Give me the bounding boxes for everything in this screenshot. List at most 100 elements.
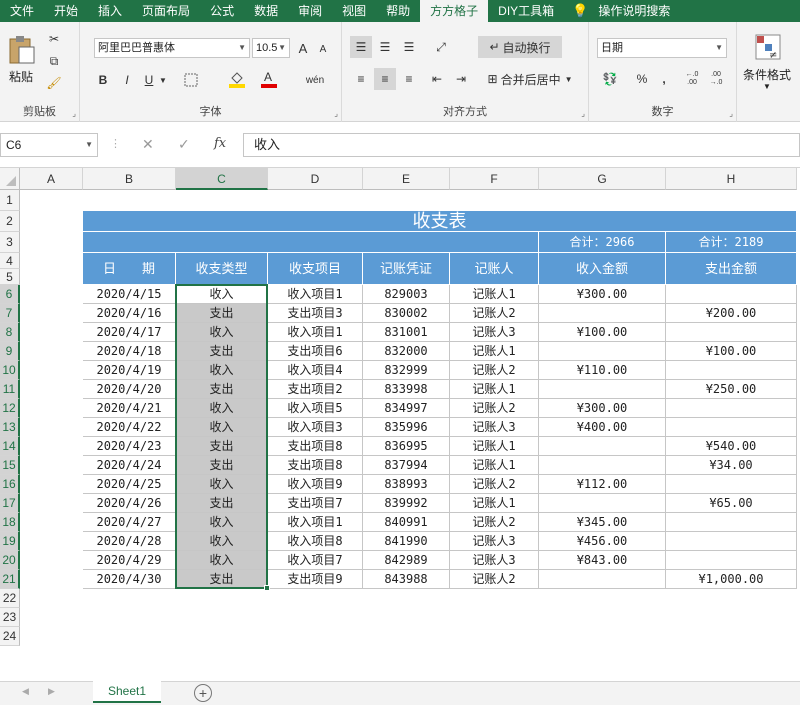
table-cell[interactable]: 收入项目5 [268,399,363,418]
drag-handle-icon[interactable]: ⋮ [110,137,121,150]
column-header-D[interactable]: D [268,168,363,190]
table-cell[interactable]: 支出项目6 [268,342,363,361]
table-cell[interactable]: 2020/4/17 [83,323,176,342]
percent-button[interactable]: % [633,68,651,90]
table-cell[interactable]: 2020/4/25 [83,475,176,494]
column-title-1[interactable]: 收支类型 [176,253,268,285]
alignment-launcher-icon[interactable]: ⌟ [581,109,585,118]
table-cell[interactable]: ¥300.00 [539,285,666,304]
tab-0[interactable]: 文件 [0,0,44,22]
formula-input[interactable]: 收入 [243,133,800,157]
font-color-button[interactable]: A [258,68,280,90]
table-cell[interactable] [539,437,666,456]
comma-button[interactable]: , [655,68,673,90]
row-header-24[interactable]: 24 [0,627,20,646]
italic-button[interactable]: I [118,70,136,90]
row-header-7[interactable]: 7 [0,304,20,323]
add-sheet-icon[interactable]: + [194,684,212,702]
table-cell[interactable]: 2020/4/18 [83,342,176,361]
table-cell[interactable]: 2020/4/19 [83,361,176,380]
phonetic-button[interactable]: wén [302,68,328,92]
row-header-11[interactable]: 11 [0,380,20,399]
tab-4[interactable]: 公式 [200,0,244,22]
table-cell[interactable]: 833998 [363,380,450,399]
table-cell[interactable]: 收入 [176,513,268,532]
insert-function-icon[interactable]: fx [214,136,226,151]
table-cell[interactable]: 837994 [363,456,450,475]
table-cell[interactable]: 841990 [363,532,450,551]
row-header-2[interactable]: 2 [0,211,20,232]
table-cell[interactable] [666,323,797,342]
row-header-23[interactable]: 23 [0,608,20,627]
tab-11[interactable]: 操作说明搜索 [588,0,680,22]
table-cell[interactable]: 840991 [363,513,450,532]
align-right-icon[interactable]: ≡ [398,68,420,90]
table-cell[interactable]: 支出 [176,437,268,456]
conditional-format-icon[interactable]: ≠ [753,32,783,62]
table-cell[interactable]: 记账人2 [450,304,539,323]
row-header-1[interactable]: 1 [0,190,20,211]
table-cell[interactable] [666,475,797,494]
table-cell[interactable]: 收入 [176,418,268,437]
table-cell[interactable]: 支出 [176,304,268,323]
table-cell[interactable]: 支出项目2 [268,380,363,399]
table-cell[interactable]: ¥456.00 [539,532,666,551]
table-cell[interactable]: 记账人2 [450,513,539,532]
decrease-decimal-button[interactable]: .00 →.0 [705,68,727,90]
wrap-text-button[interactable]: ↵ 自动换行 [478,36,562,58]
table-cell[interactable]: 829003 [363,285,450,304]
table-cell[interactable]: ¥200.00 [666,304,797,323]
table-cell[interactable]: 838993 [363,475,450,494]
column-header-H[interactable]: H [666,168,797,190]
table-cell[interactable]: 831001 [363,323,450,342]
table-cell[interactable]: 支出项目7 [268,494,363,513]
row-header-17[interactable]: 17 [0,494,20,513]
tab-8[interactable]: 帮助 [376,0,420,22]
sheet-tab-sheet1[interactable]: Sheet1 [93,681,161,703]
table-cell[interactable]: 记账人1 [450,494,539,513]
table-cell[interactable]: ¥100.00 [666,342,797,361]
row-header-12[interactable]: 12 [0,399,20,418]
column-header-B[interactable]: B [83,168,176,190]
table-cell[interactable]: 收入项目1 [268,323,363,342]
table-cell[interactable]: ¥65.00 [666,494,797,513]
table-cell[interactable]: 收入项目1 [268,513,363,532]
row-header-15[interactable]: 15 [0,456,20,475]
table-cell[interactable]: 支出项目8 [268,456,363,475]
table-cell[interactable] [539,456,666,475]
table-cell[interactable]: 收入 [176,285,268,304]
tab-7[interactable]: 视图 [332,0,376,22]
table-cell[interactable]: ¥540.00 [666,437,797,456]
table-cell[interactable]: 记账人2 [450,399,539,418]
table-cell[interactable]: 记账人2 [450,361,539,380]
enter-icon[interactable]: ✓ [178,136,190,153]
table-cell[interactable]: 842989 [363,551,450,570]
column-title-6[interactable]: 支出金额 [666,253,797,285]
table-cell[interactable]: 2020/4/26 [83,494,176,513]
table-cell[interactable]: 2020/4/23 [83,437,176,456]
row-header-21[interactable]: 21 [0,570,20,589]
table-cell[interactable]: 收入项目7 [268,551,363,570]
table-cell[interactable]: ¥110.00 [539,361,666,380]
row-header-22[interactable]: 22 [0,589,20,608]
table-cell[interactable]: 835996 [363,418,450,437]
table-cell[interactable]: ¥250.00 [666,380,797,399]
table-cell[interactable]: 支出 [176,570,268,589]
scroll-right-icon[interactable]: ▶ [48,686,55,697]
copy-icon[interactable]: ⧉ [44,52,64,70]
table-cell[interactable]: 832000 [363,342,450,361]
table-cell[interactable]: 支出 [176,380,268,399]
paste-label[interactable]: 粘贴 [9,68,33,85]
table-cell[interactable]: 2020/4/28 [83,532,176,551]
underline-button[interactable]: U [140,70,158,90]
tab-1[interactable]: 开始 [44,0,88,22]
column-header-G[interactable]: G [539,168,666,190]
table-cell[interactable]: 记账人3 [450,418,539,437]
row-header-5[interactable]: 5 [0,269,20,285]
tab-10[interactable]: DIY工具箱 [488,0,564,22]
table-cell[interactable]: 记账人2 [450,475,539,494]
table-total-spacer[interactable] [83,232,539,253]
table-cell[interactable]: 收入 [176,361,268,380]
table-cell[interactable] [539,570,666,589]
table-cell[interactable]: 支出项目9 [268,570,363,589]
